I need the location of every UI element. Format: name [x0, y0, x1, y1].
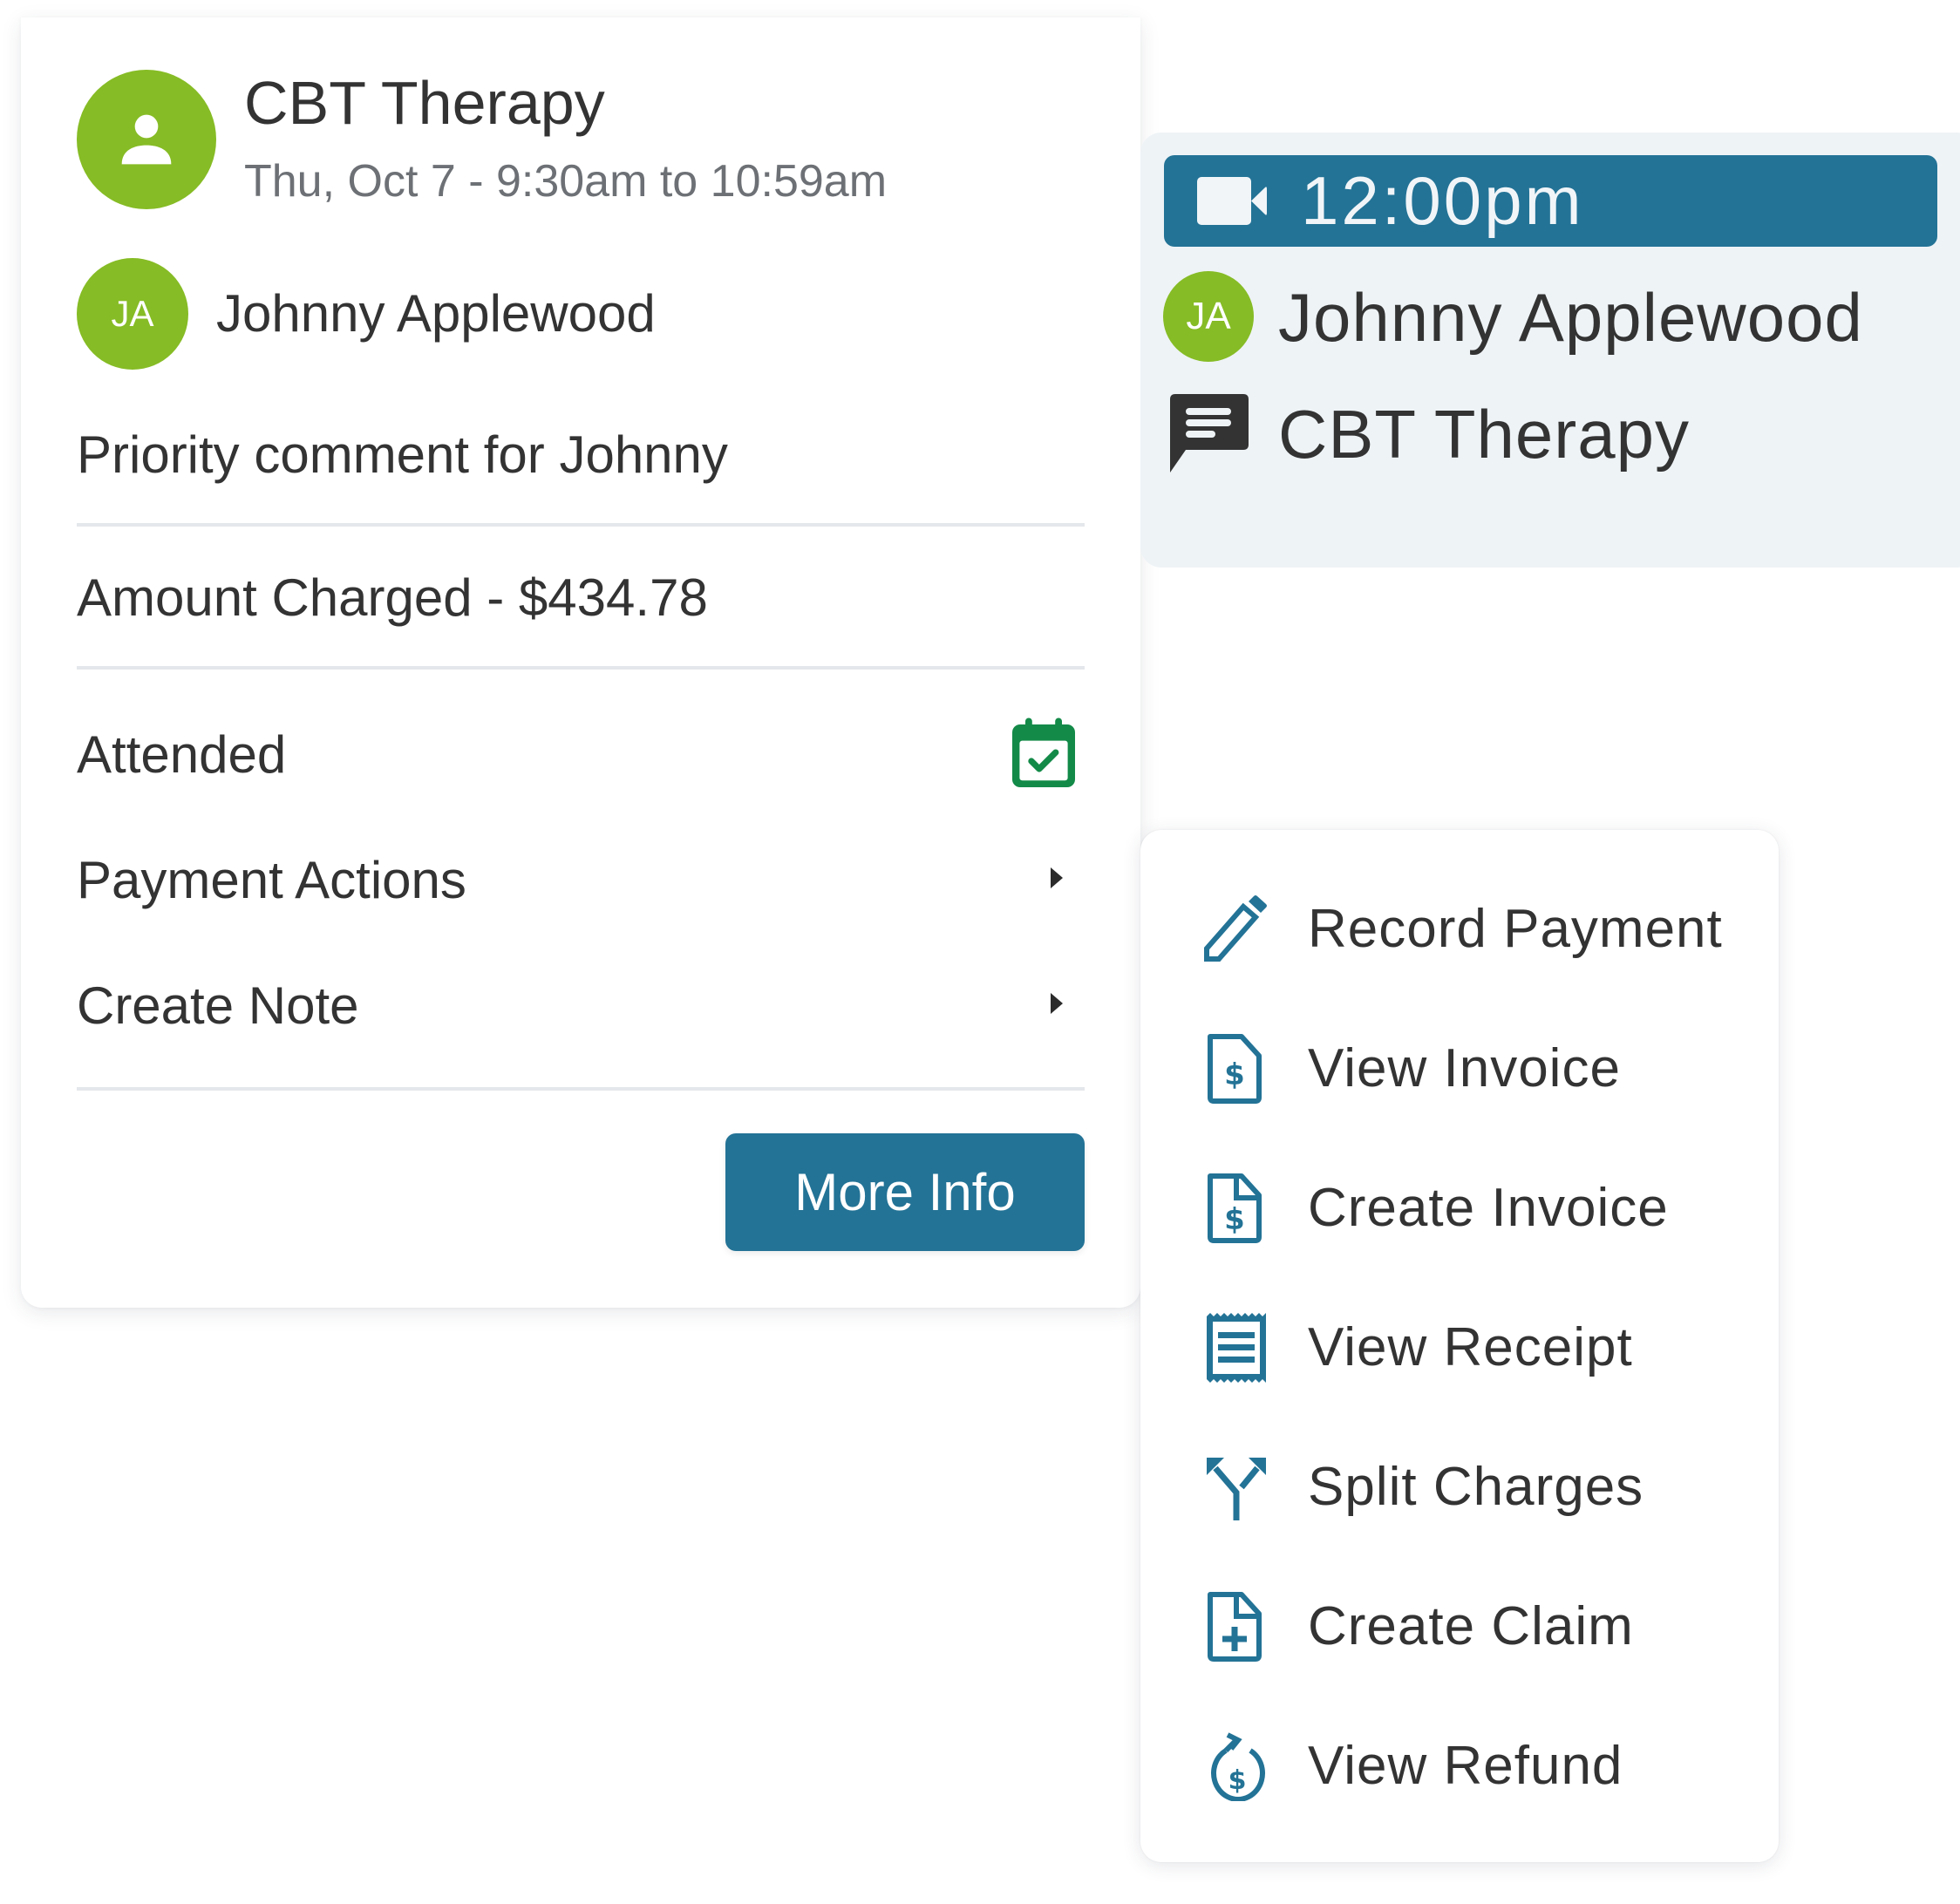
event-client-avatar: JA	[1163, 271, 1254, 362]
calendar-check-icon[interactable]	[1010, 717, 1078, 790]
menu-item-view-refund[interactable]: $ View Refund	[1140, 1697, 1779, 1836]
video-camera-icon	[1197, 177, 1267, 225]
pencil-icon	[1201, 894, 1271, 964]
menu-item-label: View Receipt	[1308, 1317, 1633, 1377]
menu-item-label: View Refund	[1308, 1736, 1623, 1796]
service-avatar	[77, 70, 216, 209]
appointment-title: CBT Therapy	[244, 69, 605, 137]
event-client-initials: JA	[1186, 295, 1231, 337]
caret-right-icon[interactable]	[1051, 993, 1063, 1014]
appointment-card	[21, 17, 1140, 1308]
split-arrows-icon	[1201, 1452, 1271, 1522]
person-icon	[112, 105, 181, 174]
svg-text:$: $	[1228, 1765, 1247, 1796]
client-initials: JA	[111, 293, 154, 334]
attendance-status-label: Attended	[77, 725, 287, 784]
menu-item-label: Split Charges	[1308, 1457, 1644, 1517]
divider	[77, 523, 1085, 527]
receipt-icon	[1201, 1313, 1271, 1383]
file-plus-icon	[1201, 1592, 1271, 1662]
event-time: 12:00pm	[1301, 162, 1584, 239]
comment-icon	[1170, 394, 1249, 473]
divider	[77, 666, 1085, 670]
more-info-button[interactable]: More Info	[725, 1133, 1085, 1251]
caret-right-icon[interactable]	[1051, 867, 1063, 888]
svg-text:$: $	[1224, 1057, 1245, 1092]
amount-charged: Amount Charged - $434.78	[77, 568, 708, 627]
client-name-link[interactable]: Johnny Applewood	[216, 282, 656, 345]
create-note-item[interactable]: Create Note	[77, 975, 359, 1037]
invoice-dollar-icon: $	[1201, 1173, 1271, 1243]
event-service: CBT Therapy	[1278, 396, 1690, 473]
divider	[77, 1087, 1085, 1091]
menu-item-label: View Invoice	[1308, 1038, 1621, 1098]
refund-dollar-icon: $	[1201, 1731, 1271, 1801]
menu-item-label: Record Payment	[1308, 899, 1723, 959]
menu-item-create-claim[interactable]: Create Claim	[1140, 1557, 1779, 1697]
client-avatar: JA	[77, 258, 188, 370]
invoice-dollar-icon: $	[1201, 1034, 1271, 1104]
menu-item-label: Create Claim	[1308, 1596, 1634, 1656]
payment-actions-item[interactable]: Payment Actions	[77, 849, 466, 912]
menu-item-label: Create Invoice	[1308, 1178, 1669, 1238]
menu-item-create-invoice[interactable]: $ Create Invoice	[1140, 1139, 1779, 1278]
menu-item-split-charges[interactable]: Split Charges	[1140, 1418, 1779, 1557]
appointment-datetime: Thu, Oct 7 - 9:30am to 10:59am	[244, 156, 888, 207]
menu-item-view-invoice[interactable]: $ View Invoice	[1140, 999, 1779, 1139]
svg-text:$: $	[1224, 1202, 1245, 1237]
menu-item-view-receipt[interactable]: View Receipt	[1140, 1278, 1779, 1418]
priority-comment: Priority comment for Johnny	[77, 425, 728, 484]
menu-item-record-payment[interactable]: Record Payment	[1140, 860, 1779, 999]
event-client-name: Johnny Applewood	[1278, 279, 1863, 356]
